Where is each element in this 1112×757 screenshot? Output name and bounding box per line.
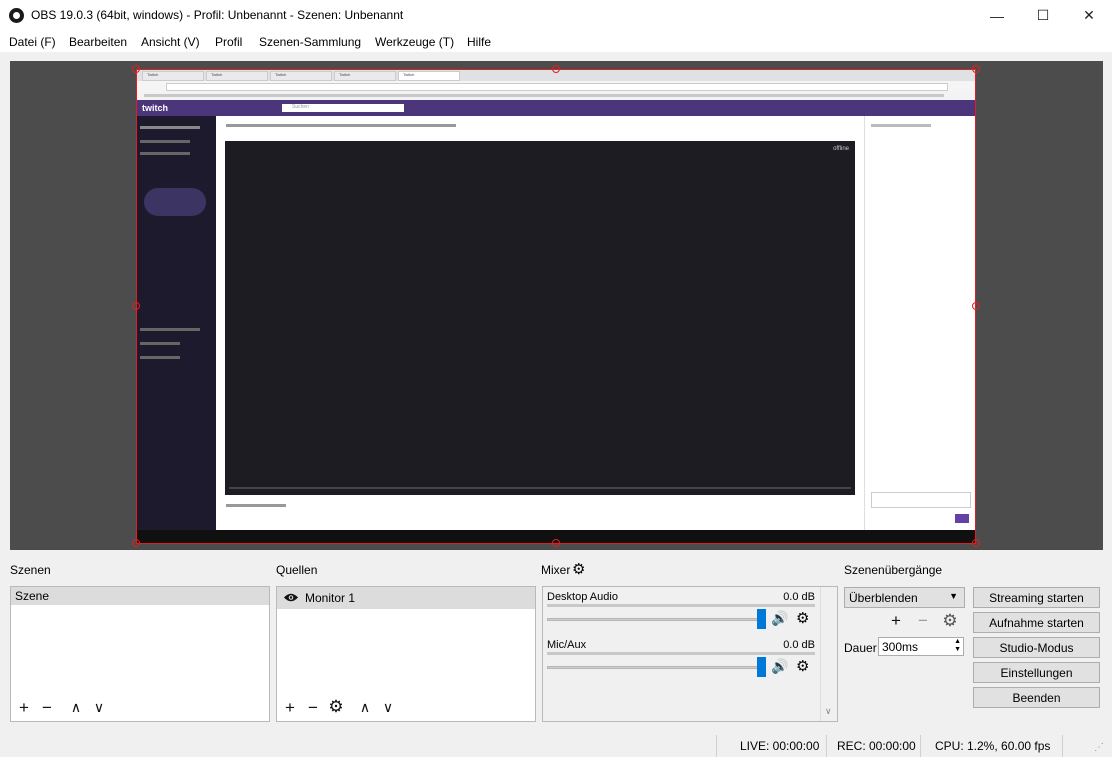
obs-logo-icon [9,8,24,23]
transition-selected: Überblenden [849,591,918,605]
dropdown-arrow-icon: ▼ [949,591,958,601]
mixer-channel-db: 0.0 dB [783,639,815,651]
scene-down-button[interactable]: ∨ [89,700,109,714]
scene-up-button[interactable]: ∧ [66,700,86,714]
rec-status: REC: 00:00:00 [837,739,916,753]
start-streaming-button[interactable]: Streaming starten [973,587,1100,608]
volume-slider-knob[interactable] [757,657,766,677]
spin-arrows-icon[interactable]: ▲ ▼ [954,638,961,654]
mixer-channel-name: Desktop Audio [547,591,618,603]
remove-transition-button[interactable]: − [913,612,933,629]
preview-capture: Twitch Twitch Twitch Twitch Twitch twitc… [136,69,976,544]
transitions-title: Szenenübergänge [844,563,943,577]
menu-werkzeuge[interactable]: Werkzeuge (T) [375,35,454,49]
browser-bookmarks-bar [136,91,976,100]
resize-handle[interactable] [972,65,980,73]
close-button[interactable]: ✕ [1066,0,1112,31]
menu-ansicht[interactable]: Ansicht (V) [141,35,200,49]
scroll-down-icon[interactable]: ∨ [825,706,832,717]
mixer-scrollbar[interactable]: ∨ [820,587,837,721]
source-up-button[interactable]: ∧ [355,700,375,714]
source-properties-gear-icon[interactable]: ⚙ [326,698,346,715]
resize-handle[interactable] [972,539,980,547]
add-source-button[interactable]: + [280,699,300,716]
volume-slider-track[interactable] [547,666,761,669]
source-name: Monitor 1 [305,591,356,605]
add-scene-button[interactable]: + [14,699,34,716]
resize-handle[interactable] [132,65,140,73]
twitch-video-player: offline [225,141,855,495]
transition-properties-gear-icon[interactable]: ⚙ [940,612,960,629]
eye-icon[interactable] [283,590,299,606]
resize-grip-icon[interactable]: ⋰ [1094,742,1104,753]
transition-select[interactable]: Überblenden ▼ [844,587,965,608]
browser-tab: Twitch [142,71,204,81]
cpu-status: CPU: 1.2%, 60.00 fps [935,739,1051,753]
maximize-button[interactable]: ☐ [1020,0,1066,31]
resize-handle[interactable] [132,539,140,547]
menu-datei[interactable]: Datei (F) [9,35,56,49]
twitch-search: Suchen [282,104,404,112]
source-item[interactable]: Monitor 1 [277,587,535,609]
mixer-channel-db: 0.0 dB [783,591,815,603]
speaker-icon[interactable]: 🔊 [771,658,788,675]
twitch-logo: twitch [142,103,168,113]
browser-tab: Twitch [334,71,396,81]
source-down-button[interactable]: ∨ [378,700,398,714]
settings-button[interactable]: Einstellungen [973,662,1100,683]
menu-bar: Datei (F) Bearbeiten Ansicht (V) Profil … [0,31,1112,52]
duration-value: 300ms [882,640,919,654]
channel-settings-gear-icon[interactable]: ⚙ [796,609,809,627]
browser-tab: Twitch [398,71,460,81]
menu-hilfe[interactable]: Hilfe [467,35,491,49]
twitch-sidebar [136,116,216,530]
start-recording-button[interactable]: Aufnahme starten [973,612,1100,633]
twitch-topbar [136,100,976,116]
browser-tab: Twitch [270,71,332,81]
volume-meter [547,604,815,607]
mixer-channel-name: Mic/Aux [547,639,587,651]
volume-slider-track[interactable] [547,618,761,621]
scenes-title: Szenen [10,563,51,577]
remove-scene-button[interactable]: − [37,699,57,716]
resize-handle[interactable] [972,302,980,310]
speaker-icon[interactable]: 🔊 [771,610,788,627]
sources-title: Quellen [276,563,318,577]
menu-profil[interactable]: Profil [215,35,242,49]
browser-tab: Twitch [206,71,268,81]
volume-meter [547,652,815,655]
duration-spinbox[interactable]: 300ms ▲ ▼ [878,637,964,656]
duration-label: Dauer [844,641,877,655]
scene-item[interactable]: Szene [11,587,269,605]
offline-badge: offline [833,146,849,152]
mixer-settings-gear-icon[interactable]: ⚙ [572,560,585,578]
menu-bearbeiten[interactable]: Bearbeiten [69,35,127,49]
resize-handle[interactable] [552,539,560,547]
channel-settings-gear-icon[interactable]: ⚙ [796,657,809,675]
volume-slider-knob[interactable] [757,609,766,629]
add-transition-button[interactable]: + [886,612,906,629]
resize-handle[interactable] [132,302,140,310]
minimize-button[interactable]: — [974,0,1020,31]
remove-source-button[interactable]: − [303,699,323,716]
twitch-chat [864,116,976,530]
menu-szenen-sammlung[interactable]: Szenen-Sammlung [259,35,361,49]
live-status: LIVE: 00:00:00 [740,739,820,753]
resize-handle[interactable] [552,65,560,73]
window-title: OBS 19.0.3 (64bit, windows) - Profil: Un… [31,8,404,22]
mixer-title: Mixer [541,563,571,577]
studio-mode-button[interactable]: Studio-Modus [973,637,1100,658]
exit-button[interactable]: Beenden [973,687,1100,708]
